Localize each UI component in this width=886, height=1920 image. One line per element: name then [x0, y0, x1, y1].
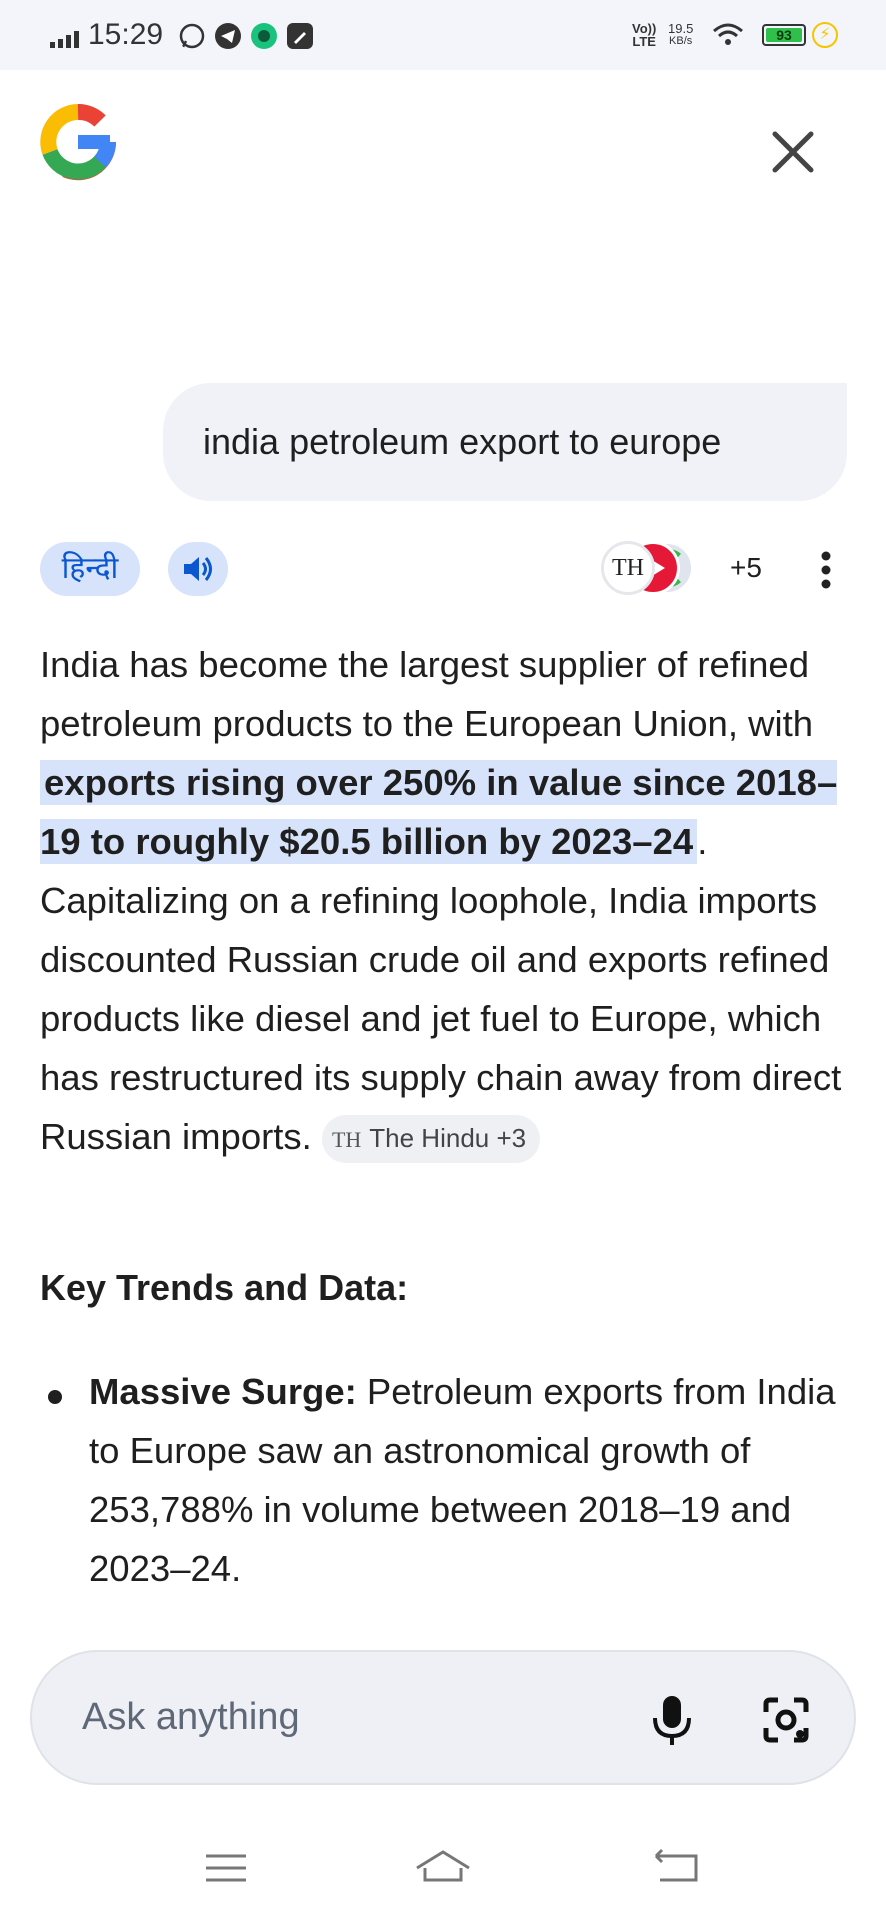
battery-icon: 93	[762, 24, 806, 46]
edit-app-icon	[287, 23, 313, 49]
app-notification-icon	[251, 23, 277, 49]
ask-input[interactable]: Ask anything	[82, 1652, 300, 1783]
status-time: 15:29	[88, 18, 164, 51]
google-lens-icon[interactable]	[756, 1690, 816, 1750]
the-hindu-logo-icon: TH	[331, 1127, 362, 1153]
battery-level: 93	[766, 28, 802, 42]
status-bar: 15:29 Vo)) LTE 19.5 KB/s 93 ⚡	[0, 0, 886, 70]
language-hindi-button[interactable]: हिन्दी	[40, 542, 140, 596]
signal-icon	[50, 31, 79, 48]
bullet-point-icon	[48, 1390, 62, 1404]
source-icon-the-hindu[interactable]: TH	[601, 541, 655, 595]
list-item: Massive Surge: Petroleum exports from In…	[89, 1362, 849, 1598]
google-logo	[40, 104, 117, 181]
wifi-icon	[713, 23, 743, 45]
speaker-icon	[184, 557, 212, 581]
sources-count[interactable]: +5	[730, 552, 762, 584]
network-type: Vo)) LTE	[632, 21, 657, 49]
user-query-bubble: india petroleum export to europe	[163, 383, 847, 501]
close-button[interactable]	[763, 122, 823, 182]
read-aloud-button[interactable]	[168, 542, 228, 596]
charging-icon: ⚡	[812, 22, 838, 48]
home-nav-icon[interactable]	[413, 1846, 473, 1890]
microphone-icon[interactable]	[642, 1690, 702, 1750]
back-nav-icon[interactable]	[648, 1846, 708, 1890]
whatsapp-icon	[179, 23, 205, 49]
answer-text-continued: . Capitalizing on a refining loophole, I…	[40, 821, 842, 1157]
more-options-icon[interactable]	[808, 548, 844, 592]
citation-label: The Hindu +3	[369, 1123, 527, 1154]
ask-input-bar[interactable]: Ask anything	[30, 1650, 856, 1785]
citation-chip[interactable]: TH The Hindu +3	[321, 1115, 541, 1164]
menu-nav-icon[interactable]	[200, 1846, 260, 1890]
telegram-icon	[215, 23, 241, 49]
list-item-label: Massive Surge:	[89, 1371, 357, 1412]
answer-text: India has become the largest supplier of…	[40, 644, 814, 744]
section-heading: Key Trends and Data:	[40, 1267, 409, 1308]
network-speed: 19.5 KB/s	[668, 21, 694, 47]
ai-answer-paragraph: India has become the largest supplier of…	[40, 635, 850, 1166]
answer-highlight: exports rising over 250% in value since …	[40, 760, 838, 864]
